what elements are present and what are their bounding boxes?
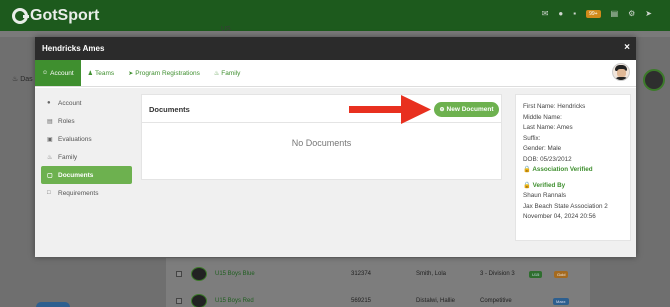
file-icon: □: [47, 190, 51, 196]
notification-badge: 99+: [586, 9, 601, 18]
inbox-icon[interactable]: ▤: [611, 9, 619, 18]
signout-icon[interactable]: ➤: [645, 9, 652, 18]
topbar-icons: ✉ ● ▪ 99+ ▤ ⚙ ➤: [542, 9, 652, 18]
tab-label: Teams: [95, 69, 115, 77]
association-verified-text: Association Verified: [532, 166, 593, 173]
verified-by: 🔒 Verified By: [523, 181, 623, 192]
bg-dashboard-text: Das: [20, 76, 33, 83]
level-tag: Gold: [554, 270, 569, 278]
row-checkbox[interactable]: [176, 271, 182, 277]
team-logo: [191, 294, 207, 307]
gear-icon[interactable]: ⚙: [628, 9, 635, 18]
tab-family[interactable]: ♨ Family: [207, 60, 248, 86]
bg-us-text: US: [221, 26, 231, 33]
verifier-name: Shaun Rannals: [523, 192, 567, 199]
last-name: Last Name: Ames: [523, 124, 573, 131]
sidenav-item-family[interactable]: ♨ Family: [41, 148, 132, 166]
association-verified: 🔒 Association Verified: [523, 165, 623, 176]
app-topbar: GotSport ✉ ● ▪ 99+ ▤ ⚙ ➤: [0, 0, 670, 31]
team-name[interactable]: U15 Boys Blue: [215, 271, 255, 277]
team-number: 312374: [351, 271, 372, 277]
no-documents-text: No Documents: [291, 138, 352, 148]
dob: DOB: 05/23/2012: [523, 155, 572, 163]
sidenav-label: Account: [58, 99, 82, 107]
new-document-button[interactable]: ⊕ New Document: [434, 102, 499, 117]
bg-dashboard-link: ♨ Das: [12, 76, 33, 83]
team-number: 569215: [351, 298, 372, 304]
family-icon: ♨: [213, 70, 220, 77]
avatar: [612, 63, 630, 81]
tab-program-registrations[interactable]: ➤ Program Registrations: [121, 60, 207, 86]
table-row: U15 Boys Red 569215 Distalwi, Hallie Com…: [166, 291, 590, 307]
age-tag: U15: [529, 270, 543, 278]
close-icon[interactable]: ×: [624, 42, 630, 53]
gotsport-logo: GotSport: [12, 6, 99, 26]
verified-by-text: Verified By: [532, 181, 566, 189]
sidenav-item-documents[interactable]: ▢ Documents: [41, 166, 132, 184]
chat-icon[interactable]: ✉: [542, 9, 549, 18]
sidenav-item-roles[interactable]: ▤ Roles: [41, 112, 132, 130]
club-logo: [643, 69, 665, 91]
modal-header: Hendricks Ames ×: [35, 37, 636, 60]
modal-tabs: ☺ Account ♟ Teams ➤ Program Registration…: [35, 60, 636, 87]
sidenav-item-account[interactable]: ● Account: [41, 94, 132, 112]
modal-title: Hendricks Ames: [42, 44, 105, 53]
mail-icon[interactable]: ▪: [573, 9, 576, 18]
sidenav-item-requirements[interactable]: □ Requirements: [41, 184, 132, 202]
teams-table: U15 Boys Blue 312374 Smith, Lola 3 - Div…: [166, 258, 590, 307]
gender: Gender: Male: [523, 145, 562, 152]
division: Competitive: [480, 298, 512, 304]
tab-teams[interactable]: ♟ Teams: [81, 60, 122, 86]
coach-name: Smith, Lola: [416, 271, 447, 277]
paper-plane-icon: ➤: [128, 70, 134, 77]
tab-label: Program Registrations: [135, 69, 200, 77]
sidenav-label: Evaluations: [58, 135, 92, 143]
sidenav-label: Roles: [58, 117, 75, 125]
lock-icon: 🔒: [523, 166, 531, 173]
tab-label: Family: [221, 69, 241, 77]
red-arrow-icon: [349, 95, 431, 124]
logo-mark-icon: [12, 8, 29, 24]
bg-help-pill[interactable]: [36, 302, 70, 307]
player-modal: Hendricks Ames × ☺ Account ♟ Teams ➤ Pro…: [35, 37, 636, 257]
verified-date: November 04, 2024 20:56: [523, 213, 596, 220]
sidenav-label: Requirements: [58, 189, 99, 197]
new-document-label: New Document: [446, 106, 494, 113]
level-tag: Maxx: [553, 297, 569, 305]
division: 3 - Division 3: [480, 271, 515, 277]
user-icon[interactable]: ●: [558, 9, 563, 18]
row-checkbox[interactable]: [176, 298, 182, 304]
family-icon: ♨: [47, 154, 53, 161]
team-name[interactable]: U15 Boys Red: [215, 298, 254, 304]
first-name: First Name: Hendricks: [523, 103, 586, 110]
plus-circle-icon: ⊕: [439, 107, 445, 113]
verifier-org: Jax Beach State Association 2: [523, 202, 608, 210]
player-info-panel: First Name: Hendricks Middle Name: Last …: [515, 94, 631, 241]
teams-icon: ♟: [87, 70, 94, 77]
documents-title: Documents: [149, 105, 190, 114]
lock-icon: 🔒: [523, 181, 531, 189]
account-icon: ☺: [42, 70, 49, 76]
coach-name: Distalwi, Hallie: [416, 298, 456, 304]
middle-name: Middle Name:: [523, 113, 562, 121]
user-icon: ●: [47, 100, 51, 106]
table-row: U15 Boys Blue 312374 Smith, Lola 3 - Div…: [166, 264, 590, 284]
team-logo: [191, 267, 207, 281]
calendar-icon: ▣: [47, 136, 53, 143]
sidenav-item-evaluations[interactable]: ▣ Evaluations: [41, 130, 132, 148]
tab-account[interactable]: ☺ Account: [35, 60, 81, 86]
id-card-icon: ▤: [47, 118, 53, 125]
sidenav-label: Family: [58, 153, 78, 161]
sidenav-label: Documents: [58, 171, 94, 179]
suffix: Suffix:: [523, 134, 541, 142]
account-sidenav: ● Account ▤ Roles ▣ Evaluations ♨ Family…: [41, 94, 132, 202]
folder-icon: ▢: [47, 172, 53, 179]
logo-text: GotSport: [30, 7, 100, 24]
tab-label: Account: [50, 69, 74, 77]
